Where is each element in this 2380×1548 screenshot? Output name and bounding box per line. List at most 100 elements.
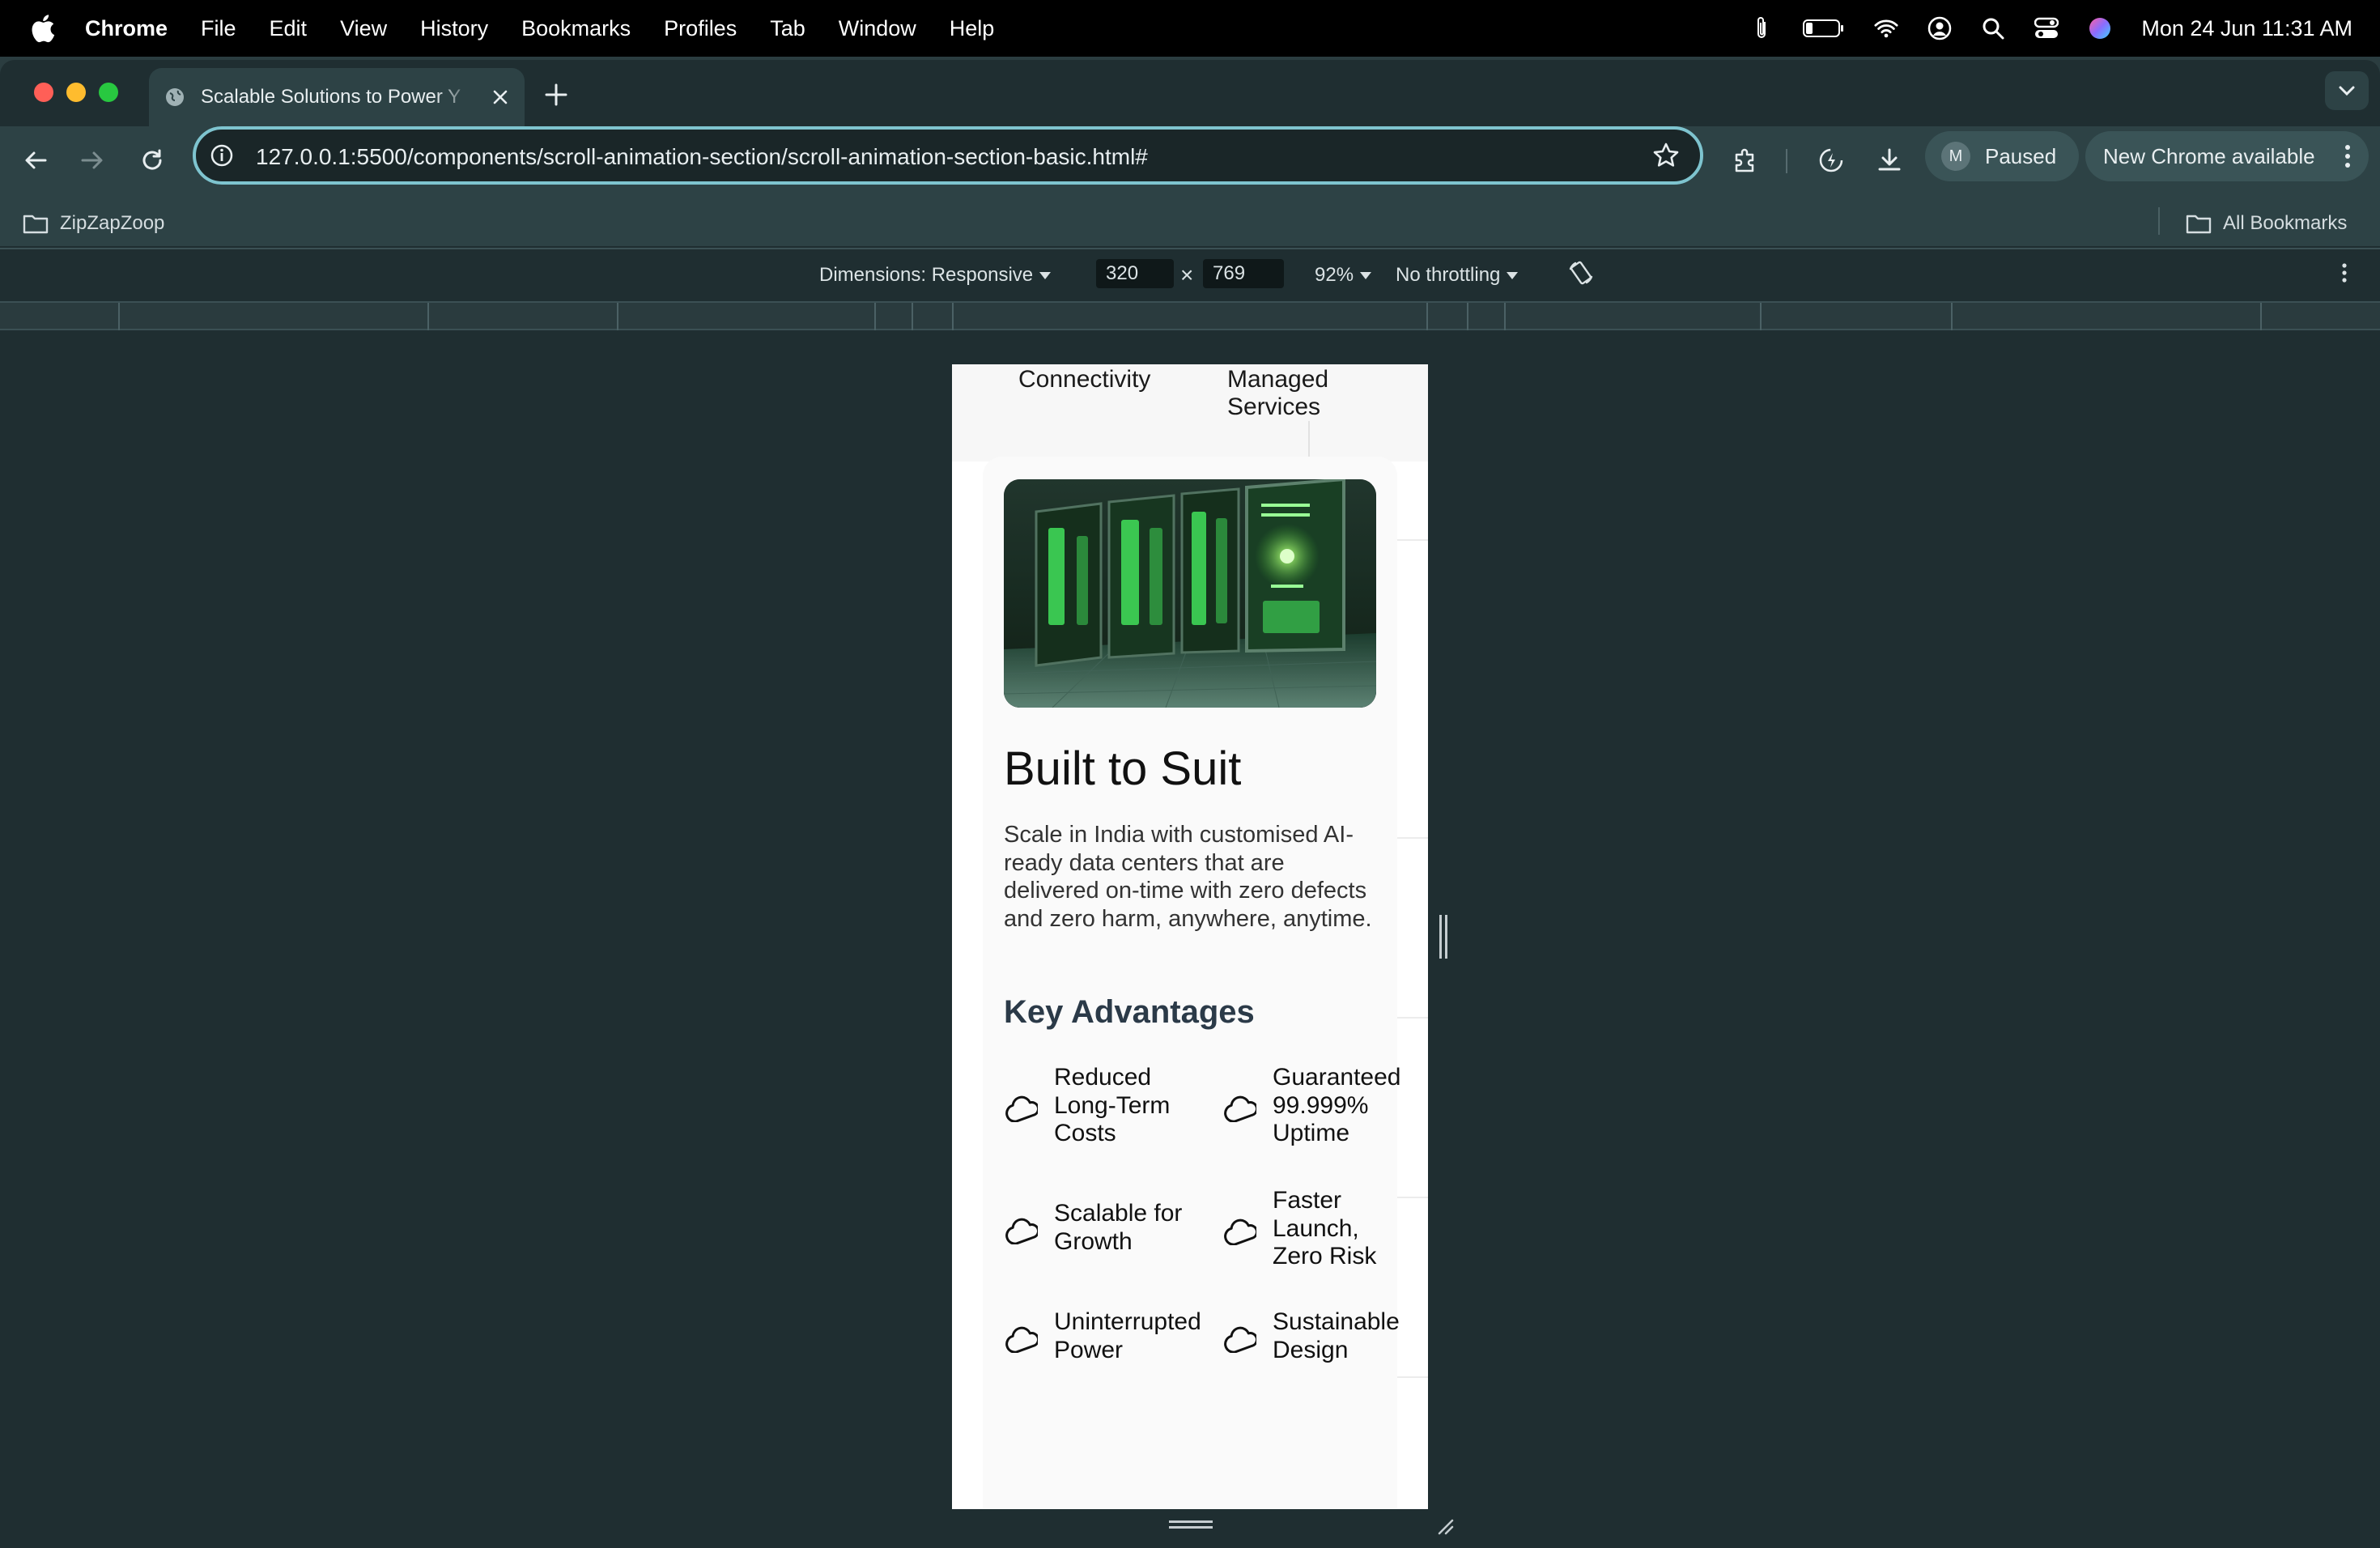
back-arrow-icon[interactable] — [19, 144, 52, 176]
dimensions-label: Dimensions: Responsive — [819, 264, 1034, 286]
zoom-dropdown[interactable]: 92% — [1315, 264, 1372, 287]
device-toolbar: Dimensions: Responsive 320 × 769 92% No … — [0, 248, 2380, 301]
advantage-text: Faster — [1273, 1187, 1342, 1214]
media-query-tick — [617, 303, 618, 330]
menu-bar: Chrome File Edit View History Bookmarks … — [0, 0, 2380, 57]
menu-app-chrome[interactable]: Chrome — [85, 16, 168, 41]
bookmark-star-icon[interactable] — [1651, 141, 1681, 170]
profile-button[interactable]: M Paused — [1925, 131, 2079, 181]
data-center-image — [1004, 479, 1376, 708]
close-icon[interactable] — [489, 86, 512, 108]
media-query-tick — [1760, 303, 1762, 330]
advantage-item: Guaranteed 99.999% Uptime — [1222, 1064, 1400, 1148]
media-query-tick — [912, 303, 913, 330]
window-minimize-button[interactable] — [66, 83, 86, 102]
download-icon[interactable] — [1873, 144, 1906, 176]
advantage-text: Zero Risk — [1273, 1243, 1377, 1269]
menu-tab[interactable]: Tab — [770, 16, 805, 41]
device-width-input[interactable]: 320 — [1096, 259, 1174, 288]
siri-icon[interactable] — [2088, 16, 2112, 40]
user-account-icon[interactable] — [1927, 16, 1952, 40]
rotate-icon[interactable] — [1567, 259, 1595, 287]
battery-icon[interactable] — [1803, 16, 1845, 40]
viewport-bottom-gutter — [952, 1509, 1459, 1542]
device-toolbar-more-icon[interactable] — [2340, 259, 2349, 287]
menu-file[interactable]: File — [201, 16, 236, 41]
advantage-text: Uptime — [1273, 1120, 1350, 1146]
bookmark-label: ZipZapZoop — [60, 212, 165, 234]
dimensions-dropdown[interactable]: Dimensions: Responsive — [819, 264, 1052, 287]
nav-item-label: Managed — [1227, 366, 1329, 393]
reload-icon[interactable] — [136, 144, 168, 176]
tab-strip: Scalable Solutions to Power Y — [0, 60, 2380, 126]
window-close-button[interactable] — [34, 83, 53, 102]
caret-down-icon — [1507, 271, 1519, 279]
wifi-icon[interactable] — [1874, 16, 1898, 40]
advantage-text: Power — [1054, 1336, 1124, 1363]
all-bookmarks-label: All Bookmarks — [2223, 212, 2348, 234]
advantage-item: Faster Launch, Zero Risk — [1222, 1187, 1376, 1271]
advantage-text: Long-Term — [1054, 1091, 1171, 1119]
extensions-puzzle-icon[interactable] — [1729, 144, 1762, 176]
device-viewport[interactable]: Connectivity Managed Services Built to S… — [952, 364, 1428, 1509]
bookmarks-bar: ZipZapZoop All Bookmarks — [0, 199, 2380, 246]
more-vertical-icon[interactable] — [2340, 142, 2356, 170]
media-query-tick — [1504, 303, 1506, 330]
advantage-item: Uninterrupted Power — [1004, 1308, 1201, 1364]
spotlight-search-icon[interactable] — [1981, 16, 2005, 40]
site-info-icon[interactable] — [209, 142, 235, 168]
url-text[interactable]: 127.0.0.1:5500/components/scroll-animati… — [256, 144, 1148, 170]
advantage-text: Design — [1273, 1336, 1349, 1363]
throttling-dropdown[interactable]: No throttling — [1396, 264, 1519, 287]
chevron-down-icon — [2339, 86, 2355, 96]
menu-view[interactable]: View — [340, 16, 387, 41]
new-tab-plus-icon[interactable] — [542, 81, 570, 108]
address-bar[interactable]: 127.0.0.1:5500/components/scroll-animati… — [193, 126, 1703, 185]
resize-handle-bottom[interactable] — [1169, 1520, 1213, 1529]
cloud-icon — [1005, 1218, 1038, 1244]
nav-item-connectivity[interactable]: Connectivity — [1018, 366, 1150, 393]
background-line — [1397, 539, 1428, 541]
performance-icon[interactable] — [1815, 144, 1847, 176]
update-chrome-button[interactable]: New Chrome available — [2085, 131, 2369, 181]
advantage-text: Growth — [1054, 1227, 1133, 1255]
menu-help[interactable]: Help — [950, 16, 995, 41]
media-query-tick — [874, 303, 876, 330]
advantage-text: Launch, — [1273, 1214, 1359, 1242]
apple-icon[interactable] — [31, 13, 55, 44]
bookmark-folder-zipzapzoop[interactable]: ZipZapZoop — [23, 212, 164, 235]
update-label: New Chrome available — [2103, 143, 2315, 168]
folder-icon — [2186, 215, 2212, 234]
menu-history[interactable]: History — [420, 16, 488, 41]
cloud-icon — [1005, 1095, 1038, 1122]
tab-active[interactable]: Scalable Solutions to Power Y — [149, 68, 525, 126]
window-zoom-button[interactable] — [99, 83, 118, 102]
media-query-bar[interactable] — [0, 301, 2380, 330]
forward-arrow-icon[interactable] — [76, 144, 108, 176]
advantage-item: Reduced Long-Term Costs — [1004, 1064, 1170, 1148]
menu-window[interactable]: Window — [839, 16, 916, 41]
avatar: M — [1941, 142, 1970, 171]
menu-profiles[interactable]: Profiles — [664, 16, 737, 41]
caret-down-icon — [1039, 271, 1052, 279]
menu-bookmarks[interactable]: Bookmarks — [521, 16, 631, 41]
globe-icon — [166, 88, 184, 106]
section-description: Scale in India with customised AI-ready … — [1004, 822, 1372, 932]
menu-edit[interactable]: Edit — [270, 16, 308, 41]
resize-handle-right[interactable] — [1439, 915, 1447, 959]
all-bookmarks-button[interactable]: All Bookmarks — [2186, 212, 2347, 235]
cloud-icon — [1224, 1095, 1256, 1122]
tab-search-button[interactable] — [2325, 71, 2369, 110]
advantage-text: 99.999% — [1273, 1091, 1369, 1119]
resize-corner-icon[interactable] — [1434, 1516, 1454, 1535]
nav-item-managed-services[interactable]: Managed Services — [1227, 366, 1328, 421]
nav-item-label: Services — [1227, 393, 1321, 420]
device-height-input[interactable]: 769 — [1203, 259, 1284, 288]
nav-divider — [1308, 421, 1310, 461]
control-center-icon[interactable] — [2034, 16, 2059, 40]
cloud-icon — [1224, 1218, 1256, 1245]
advantage-item: Scalable for Growth — [1004, 1200, 1182, 1256]
menubar-clock[interactable]: Mon 24 Jun 11:31 AM — [2141, 16, 2352, 41]
paperclip-icon[interactable] — [1749, 16, 1774, 40]
dimension-separator: × — [1180, 262, 1194, 287]
